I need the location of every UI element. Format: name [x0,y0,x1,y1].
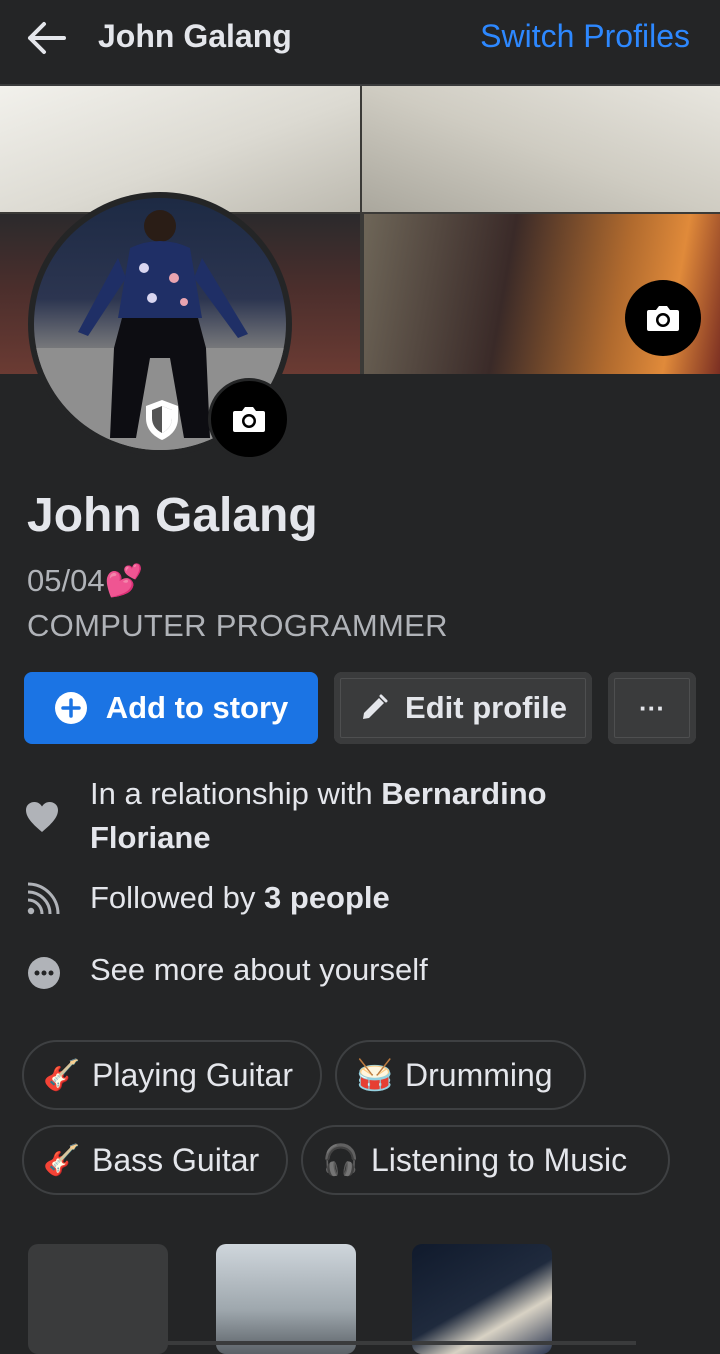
featured-thumbnail[interactable] [412,1244,552,1354]
hobby-chip[interactable]: 🎸 Bass Guitar [22,1125,288,1195]
drum-icon: 🥁 [356,1058,394,1092]
add-to-story-label: Add to story [105,690,289,725]
switch-profiles-link[interactable]: Switch Profiles [480,18,690,55]
relationship-info: In a relationship with Bernardino Floria… [90,772,547,860]
rss-icon [27,882,60,915]
featured-thumbnail[interactable] [28,1244,168,1354]
more-dots-circle-icon [28,957,60,989]
camera-icon [233,407,265,432]
guitar-icon: 🎸 [43,1058,81,1092]
heart-icon [26,802,58,832]
hobby-label: Drumming [405,1056,553,1093]
add-to-story-button[interactable]: Add to story [24,672,318,744]
top-bar: John Galang Switch Profiles [0,0,720,86]
hobby-chip[interactable]: 🥁 Drumming [335,1040,586,1110]
scrollbar[interactable] [80,1341,636,1345]
headphones-icon: 🎧 [322,1143,360,1177]
arrow-left-icon[interactable] [22,18,70,58]
bio-line: 05/04💕 [27,563,144,598]
bio-line: COMPUTER PROGRAMMER [27,608,448,643]
featured-thumbnail[interactable] [216,1244,356,1354]
see-more-about-link[interactable]: See more about yourself [90,948,428,992]
hobby-chip[interactable]: 🎧 Listening to Music [301,1125,670,1195]
page-title: John Galang [98,18,292,54]
followers-info[interactable]: Followed by 3 people [90,876,390,920]
relationship-partner-link[interactable]: Floriane [90,820,211,855]
edit-profile-label: Edit profile [405,690,567,725]
edit-profile-picture-camera-button[interactable] [208,378,290,460]
more-options-button[interactable]: ··· [608,672,696,744]
relationship-partner-link[interactable]: Bernardino [381,776,546,811]
shield-icon [146,400,178,440]
edit-cover-camera-button[interactable] [625,280,701,356]
more-options-label: ··· [639,692,665,723]
hobby-chip[interactable]: 🎸 Playing Guitar [22,1040,322,1110]
cover-photo-tile [362,86,720,212]
camera-icon [647,306,679,331]
guitar-icon: 🎸 [43,1143,81,1177]
pencil-icon [363,694,388,719]
hobby-label: Playing Guitar [92,1056,293,1093]
profile-name: John Galang [27,489,318,542]
hobby-label: Listening to Music [371,1141,628,1178]
relationship-prefix: In a relationship with [90,776,382,811]
followed-prefix: Followed by [90,880,265,915]
edit-profile-button[interactable]: Edit profile [334,672,592,744]
plus-circle-icon [54,692,87,724]
hobby-label: Bass Guitar [92,1141,260,1178]
followers-count: 3 people [264,880,390,915]
